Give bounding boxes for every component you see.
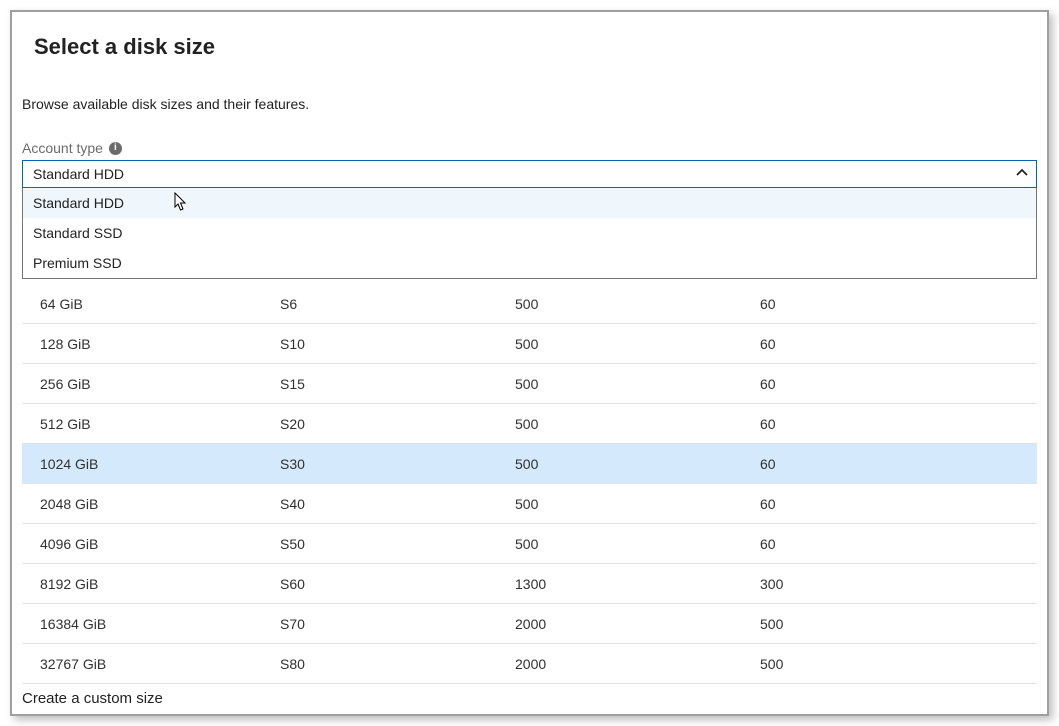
disk-tier-cell: S80 — [280, 656, 515, 672]
account-type-option[interactable]: Standard SSD — [23, 218, 1036, 248]
account-type-option[interactable]: Standard HDD — [23, 188, 1036, 218]
disk-iops-cell: 2000 — [515, 656, 760, 672]
disk-size-cell: 4096 GiB — [40, 536, 280, 552]
disk-tier-cell: S20 — [280, 416, 515, 432]
disk-throughput-cell: 60 — [760, 536, 1037, 552]
disk-throughput-cell: 60 — [760, 416, 1037, 432]
table-row[interactable]: 32767 GiBS802000500 — [22, 644, 1037, 684]
disk-iops-cell: 2000 — [515, 616, 760, 632]
table-row[interactable]: 64 GiBS650060 — [22, 284, 1037, 324]
info-icon[interactable]: i — [109, 142, 122, 155]
disk-iops-cell: 500 — [515, 496, 760, 512]
cursor-icon — [171, 192, 189, 217]
disk-throughput-cell: 60 — [760, 496, 1037, 512]
account-type-option[interactable]: Premium SSD — [23, 248, 1036, 278]
table-row[interactable]: 16384 GiBS702000500 — [22, 604, 1037, 644]
disk-size-cell: 128 GiB — [40, 336, 280, 352]
disk-tier-cell: S30 — [280, 456, 515, 472]
disk-throughput-cell: 300 — [760, 576, 1037, 592]
disk-throughput-cell: 60 — [760, 336, 1037, 352]
page-description: Browse available disk sizes and their fe… — [22, 96, 1037, 112]
table-row[interactable]: 256 GiBS1550060 — [22, 364, 1037, 404]
disk-tier-cell: S60 — [280, 576, 515, 592]
disk-throughput-cell: 500 — [760, 616, 1037, 632]
disk-size-cell: 2048 GiB — [40, 496, 280, 512]
disk-iops-cell: 1300 — [515, 576, 760, 592]
disk-size-cell: 512 GiB — [40, 416, 280, 432]
disk-size-cell: 1024 GiB — [40, 456, 280, 472]
disk-tier-cell: S50 — [280, 536, 515, 552]
disk-tier-cell: S6 — [280, 296, 515, 312]
disk-size-cell: 64 GiB — [40, 296, 280, 312]
disk-throughput-cell: 60 — [760, 456, 1037, 472]
disk-tier-cell: S40 — [280, 496, 515, 512]
disk-tier-cell: S10 — [280, 336, 515, 352]
table-row[interactable]: 4096 GiBS5050060 — [22, 524, 1037, 564]
disk-size-cell: 32767 GiB — [40, 656, 280, 672]
account-type-dropdown-list: Standard HDDStandard SSDPremium SSD — [22, 188, 1037, 279]
account-type-label-row: Account type i — [22, 140, 1037, 156]
account-type-label: Account type — [22, 140, 103, 156]
disk-iops-cell: 500 — [515, 376, 760, 392]
disk-tier-cell: S70 — [280, 616, 515, 632]
disk-iops-cell: 500 — [515, 336, 760, 352]
create-custom-size-link[interactable]: Create a custom size — [22, 690, 1037, 707]
table-row[interactable]: 512 GiBS2050060 — [22, 404, 1037, 444]
table-row[interactable]: 2048 GiBS4050060 — [22, 484, 1037, 524]
table-row[interactable]: 8192 GiBS601300300 — [22, 564, 1037, 604]
disk-throughput-cell: 500 — [760, 656, 1037, 672]
chevron-up-icon — [1016, 166, 1028, 182]
disk-throughput-cell: 60 — [760, 296, 1037, 312]
disk-size-cell: 16384 GiB — [40, 616, 280, 632]
disk-iops-cell: 500 — [515, 416, 760, 432]
disk-size-cell: 256 GiB — [40, 376, 280, 392]
table-row[interactable]: 128 GiBS1050060 — [22, 324, 1037, 364]
account-type-selected-value: Standard HDD — [33, 166, 124, 182]
table-row[interactable]: 1024 GiBS3050060 — [22, 444, 1037, 484]
disk-size-panel: Select a disk size Browse available disk… — [10, 10, 1049, 716]
disk-size-table: 64 GiBS650060128 GiBS1050060256 GiBS1550… — [22, 284, 1037, 684]
account-type-dropdown[interactable]: Standard HDD — [22, 160, 1037, 188]
page-title: Select a disk size — [34, 34, 1037, 60]
disk-throughput-cell: 60 — [760, 376, 1037, 392]
account-type-dropdown-wrap: Standard HDD Standard HDDStandard SSDPre… — [22, 160, 1037, 188]
disk-tier-cell: S15 — [280, 376, 515, 392]
disk-iops-cell: 500 — [515, 536, 760, 552]
disk-iops-cell: 500 — [515, 296, 760, 312]
disk-size-cell: 8192 GiB — [40, 576, 280, 592]
disk-iops-cell: 500 — [515, 456, 760, 472]
